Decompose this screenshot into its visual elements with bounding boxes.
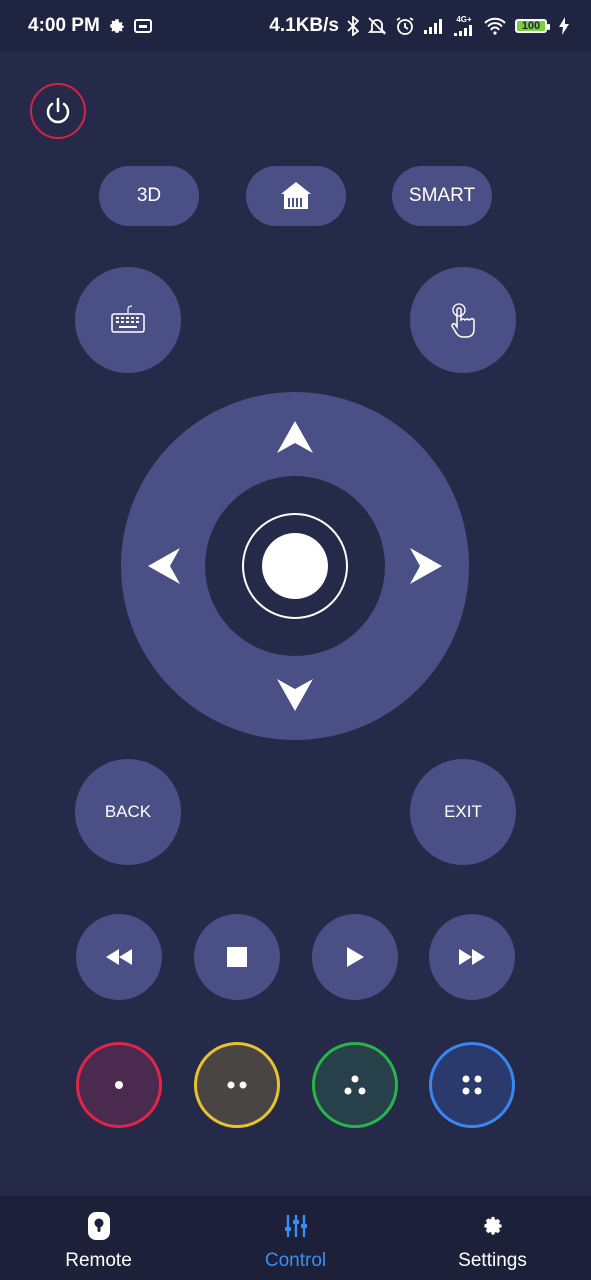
yellow-button[interactable]	[194, 1042, 280, 1128]
three-dots-icon	[343, 1074, 367, 1096]
nav-control-label: Control	[264, 1250, 327, 1271]
net-speed: 4.1KB/s	[269, 15, 339, 36]
two-dots-icon	[225, 1080, 249, 1090]
nav-settings[interactable]: Settings	[394, 1196, 591, 1280]
alarm-icon	[395, 16, 415, 36]
exit-label: EXIT	[444, 802, 482, 821]
rewind-icon	[104, 948, 134, 966]
arrow-right-icon	[408, 546, 444, 586]
blue-button[interactable]	[429, 1042, 515, 1128]
touchpad-button[interactable]	[410, 267, 516, 373]
network-type: 4G+	[456, 15, 472, 24]
settings-notification-icon	[108, 17, 126, 35]
sliders-icon	[284, 1210, 308, 1242]
nav-remote-label: Remote	[65, 1250, 132, 1271]
stop-icon	[227, 947, 247, 967]
bluetooth-icon	[347, 16, 359, 36]
play-button[interactable]	[312, 914, 398, 1000]
wifi-icon	[483, 17, 507, 35]
back-label: BACK	[104, 802, 152, 821]
keyboard-button[interactable]	[75, 267, 181, 373]
four-dots-icon	[461, 1074, 483, 1096]
charging-icon	[559, 17, 569, 35]
green-button[interactable]	[312, 1042, 398, 1128]
dpad-up-button[interactable]	[270, 412, 320, 462]
arrow-left-icon	[146, 546, 182, 586]
smart-button[interactable]: SMART	[392, 166, 492, 226]
ok-button[interactable]	[242, 513, 348, 619]
home-icon	[278, 180, 314, 212]
nav-control[interactable]: Control	[197, 1196, 394, 1280]
dpad-left-button[interactable]	[139, 541, 189, 591]
status-bar: 4:00 PM 4.1KB/s 4G+ 100	[0, 0, 591, 52]
exit-button[interactable]: EXIT	[410, 759, 516, 865]
battery-level: 100	[521, 20, 541, 32]
fast-forward-button[interactable]	[429, 914, 515, 1000]
dpad	[121, 392, 469, 740]
one-dot-icon	[113, 1079, 125, 1091]
red-button[interactable]	[76, 1042, 162, 1128]
nav-remote[interactable]: Remote	[0, 1196, 197, 1280]
power-button[interactable]	[30, 83, 86, 139]
stop-button[interactable]	[194, 914, 280, 1000]
3d-label: 3D	[136, 185, 162, 206]
fast-forward-icon	[457, 948, 487, 966]
bottom-nav: Remote Control Settings	[0, 1196, 591, 1280]
home-button[interactable]	[246, 166, 346, 226]
cast-notification-icon	[133, 18, 152, 34]
nav-settings-label: Settings	[458, 1250, 527, 1271]
keyboard-icon	[110, 305, 146, 335]
dpad-down-button[interactable]	[270, 670, 320, 720]
mute-bell-icon	[367, 16, 387, 36]
smart-label: SMART	[408, 185, 476, 206]
back-button[interactable]: BACK	[75, 759, 181, 865]
ok-dot	[262, 533, 328, 599]
dpad-right-button[interactable]	[401, 541, 451, 591]
touch-hand-icon	[448, 301, 478, 339]
remote-icon	[87, 1210, 111, 1242]
signal-4g-icon: 4G+	[453, 16, 475, 36]
clock: 4:00 PM	[28, 15, 100, 36]
3d-button[interactable]: 3D	[99, 166, 199, 226]
arrow-up-icon	[275, 419, 315, 455]
power-icon	[43, 96, 73, 126]
play-icon	[345, 946, 365, 968]
battery-icon: 100	[515, 19, 550, 33]
rewind-button[interactable]	[76, 914, 162, 1000]
gear-icon	[482, 1210, 504, 1242]
signal-icon	[423, 17, 445, 35]
arrow-down-icon	[275, 677, 315, 713]
dpad-center	[205, 476, 385, 656]
